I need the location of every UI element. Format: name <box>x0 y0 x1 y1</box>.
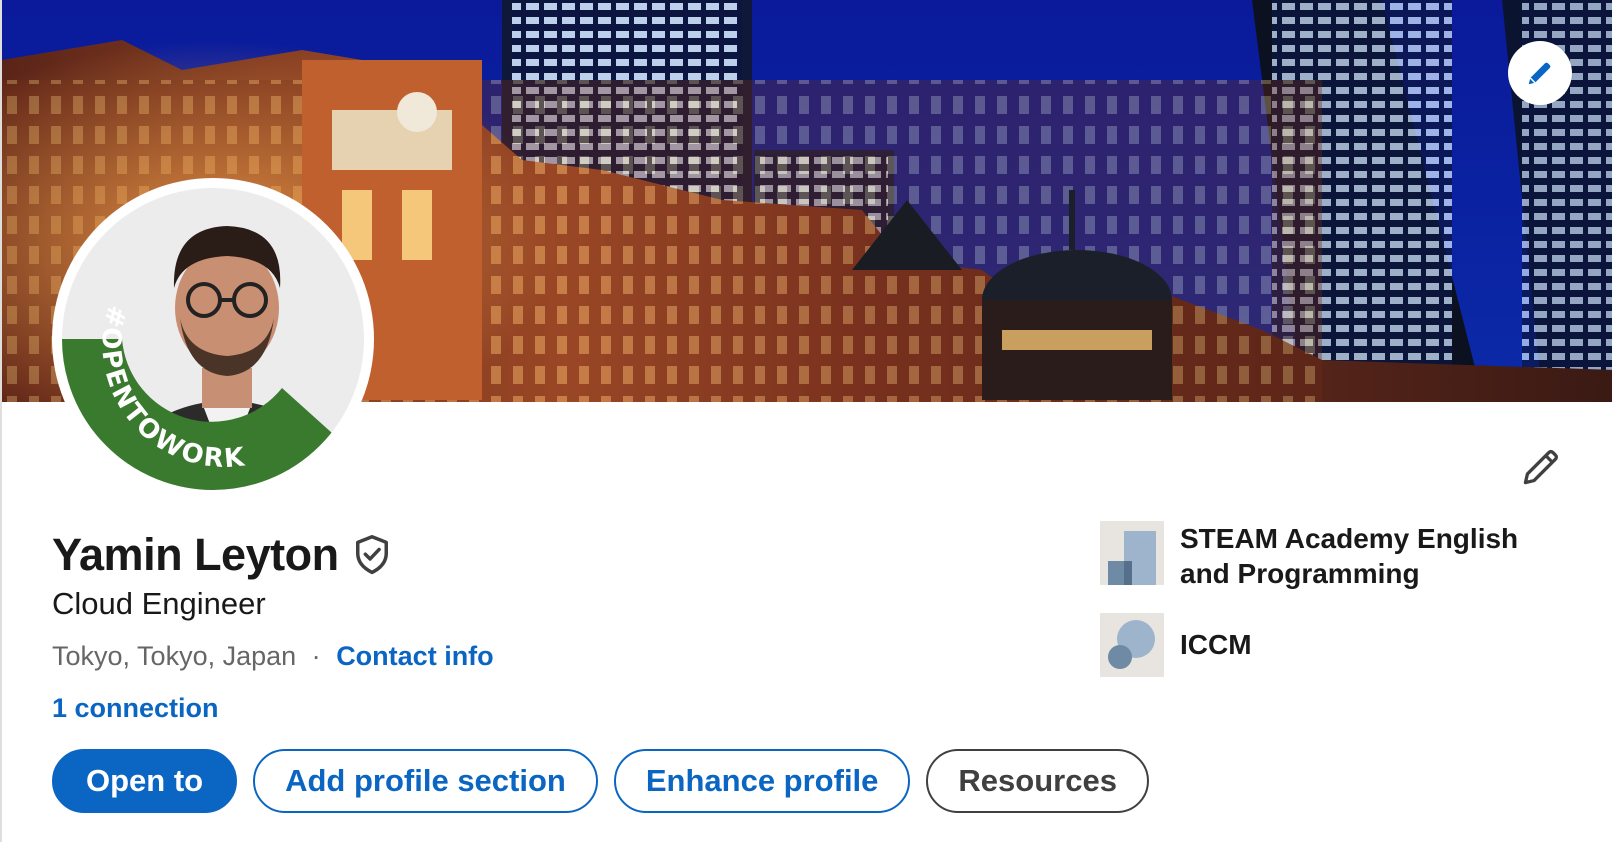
connections-link[interactable]: 1 connection <box>52 693 219 723</box>
organization-item[interactable]: ICCM <box>1100 613 1540 677</box>
organization-item[interactable]: STEAM Academy English and Programming <box>1100 521 1540 591</box>
pencil-outline-icon <box>1523 449 1559 485</box>
profile-headline: Cloud Engineer <box>52 586 266 621</box>
location-row: Tokyo, Tokyo, Japan · Contact info <box>52 638 494 674</box>
edit-intro-button[interactable] <box>1514 440 1568 494</box>
edit-cover-button[interactable] <box>1508 41 1572 105</box>
organizations-list: STEAM Academy English and Programming IC… <box>1100 521 1540 699</box>
verified-shield-icon[interactable] <box>353 534 391 576</box>
profile-card: #OPENTOWORK Yamin Leyton Cloud Engineer … <box>0 0 1612 842</box>
resources-button[interactable]: Resources <box>926 749 1149 813</box>
location-separator: · <box>311 641 321 671</box>
add-profile-section-button[interactable]: Add profile section <box>253 749 598 813</box>
profile-location: Tokyo, Tokyo, Japan <box>52 641 297 671</box>
pencil-icon <box>1528 62 1551 85</box>
profile-name: Yamin Leyton <box>52 529 339 580</box>
organization-logo <box>1100 613 1164 677</box>
profile-actions: Open to Add profile section Enhance prof… <box>52 749 1149 813</box>
organization-logo <box>1100 521 1164 585</box>
name-row: Yamin Leyton <box>52 527 391 583</box>
enhance-profile-button[interactable]: Enhance profile <box>613 749 911 813</box>
organization-name: STEAM Academy English and Programming <box>1180 523 1519 589</box>
open-to-button[interactable]: Open to <box>52 749 238 813</box>
profile-photo[interactable]: #OPENTOWORK <box>52 178 374 500</box>
contact-info-link[interactable]: Contact info <box>336 641 493 671</box>
organization-name: ICCM <box>1180 629 1252 660</box>
